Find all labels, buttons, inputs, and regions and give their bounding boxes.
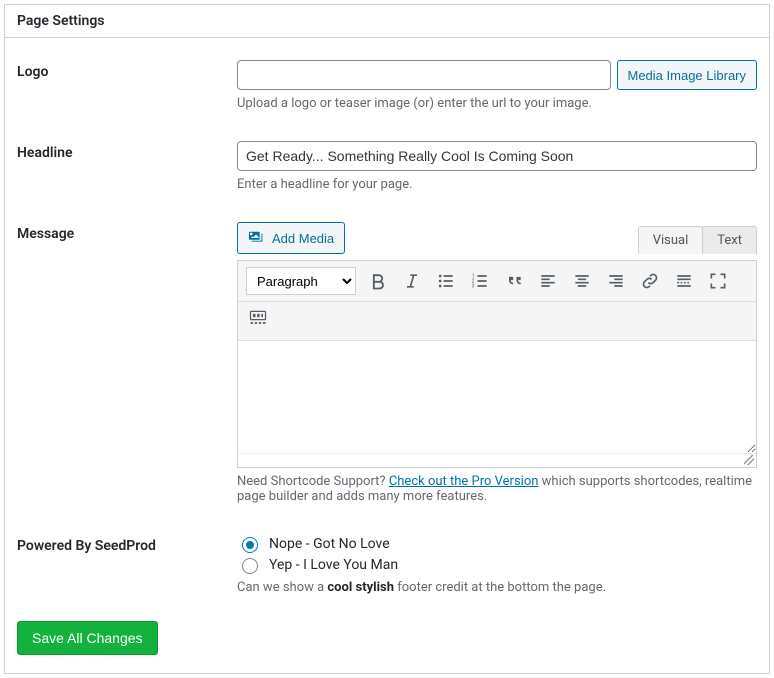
label-powered-by: Powered By SeedProd: [17, 534, 237, 554]
row-logo: Logo Media Image Library Upload a logo o…: [17, 48, 757, 121]
editor-resize-handle[interactable]: [238, 453, 756, 467]
panel-title: Page Settings: [5, 5, 769, 38]
media-icon: [248, 229, 266, 247]
label-headline: Headline: [17, 141, 237, 161]
logo-help: Upload a logo or teaser image (or) enter…: [237, 96, 757, 111]
radio-nope-label: Nope - Got No Love: [269, 536, 390, 552]
field-powered-by: Nope - Got No Love Yep - I Love You Man …: [237, 534, 757, 595]
headline-help: Enter a headline for your page.: [237, 177, 757, 192]
message-editor[interactable]: [238, 341, 756, 453]
editor-wrap: Paragraph 123: [237, 260, 757, 468]
powered-help-post: footer credit at the bottom the page.: [394, 580, 606, 595]
toolbar-toggle-icon[interactable]: [246, 306, 270, 330]
radio-yep[interactable]: [242, 558, 258, 574]
media-library-label: Media Image Library: [628, 68, 747, 83]
tab-visual[interactable]: Visual: [638, 226, 704, 254]
read-more-icon[interactable]: [672, 269, 696, 293]
italic-icon[interactable]: [400, 269, 424, 293]
powered-help-strong: cool stylish: [327, 580, 394, 595]
link-icon[interactable]: [638, 269, 662, 293]
align-right-icon[interactable]: [604, 269, 628, 293]
editor-tabs: Visual Text: [639, 226, 757, 254]
editor-toolbar-row2: [238, 302, 756, 341]
save-button[interactable]: Save All Changes: [17, 621, 158, 655]
tab-text[interactable]: Text: [702, 226, 757, 254]
format-select[interactable]: Paragraph: [246, 267, 356, 295]
add-media-button[interactable]: Add Media: [237, 222, 345, 254]
align-center-icon[interactable]: [570, 269, 594, 293]
editor-toolbar: Paragraph 123: [238, 261, 756, 302]
headline-input[interactable]: [237, 141, 757, 171]
editor-top: Add Media Visual Text: [237, 222, 757, 254]
bullet-list-icon[interactable]: [434, 269, 458, 293]
message-help: Need Shortcode Support? Check out the Pr…: [237, 474, 757, 504]
svg-text:3: 3: [472, 284, 475, 290]
logo-input[interactable]: [237, 60, 611, 90]
label-message: Message: [17, 222, 237, 242]
label-logo: Logo: [17, 60, 237, 80]
bold-icon[interactable]: [366, 269, 390, 293]
radio-yep-label: Yep - I Love You Man: [269, 557, 398, 573]
numbered-list-icon[interactable]: 123: [468, 269, 492, 293]
radio-nope[interactable]: [242, 537, 258, 553]
field-logo: Media Image Library Upload a logo or tea…: [237, 60, 757, 111]
pro-version-link[interactable]: Check out the Pro Version: [389, 474, 539, 489]
page-settings-panel: Page Settings Logo Media Image Library U…: [4, 4, 770, 674]
row-message: Message Add Media Visual Text Par: [17, 202, 757, 514]
align-left-icon[interactable]: [536, 269, 560, 293]
field-message: Add Media Visual Text Paragraph: [237, 222, 757, 504]
powered-help-pre: Can we show a: [237, 580, 327, 595]
field-headline: Enter a headline for your page.: [237, 141, 757, 192]
message-help-pre: Need Shortcode Support?: [237, 474, 389, 489]
row-powered-by: Powered By SeedProd Nope - Got No Love Y…: [17, 514, 757, 605]
radio-yep-row[interactable]: Yep - I Love You Man: [237, 555, 757, 574]
media-library-button[interactable]: Media Image Library: [617, 60, 758, 90]
blockquote-icon[interactable]: [502, 269, 526, 293]
radio-nope-row[interactable]: Nope - Got No Love: [237, 534, 757, 553]
panel-body: Logo Media Image Library Upload a logo o…: [5, 38, 769, 673]
row-headline: Headline Enter a headline for your page.: [17, 121, 757, 202]
save-button-label: Save All Changes: [32, 630, 143, 646]
powered-help: Can we show a cool stylish footer credit…: [237, 580, 757, 595]
fullscreen-icon[interactable]: [706, 269, 730, 293]
submit-row: Save All Changes: [17, 605, 757, 661]
add-media-label: Add Media: [272, 231, 334, 246]
